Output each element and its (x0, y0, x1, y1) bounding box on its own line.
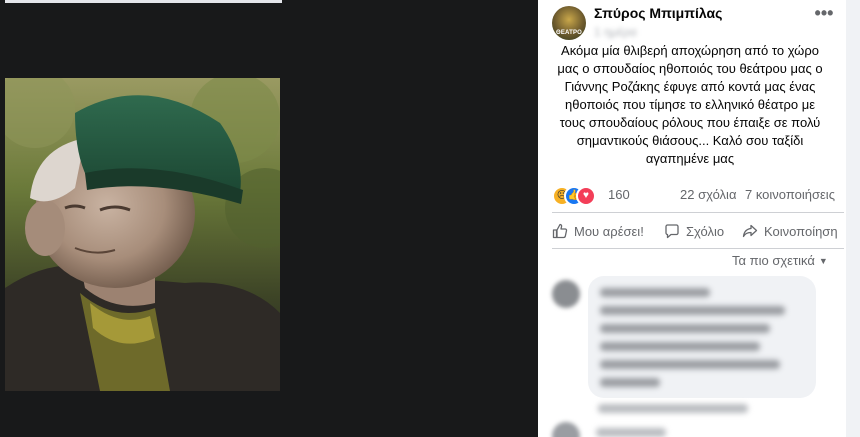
reaction-icons[interactable]: ☹ 👍 ♥ (552, 186, 602, 206)
comment-label: Σχόλιο (686, 223, 725, 239)
blurred-text (600, 378, 660, 387)
photo-viewer (0, 0, 538, 437)
blurred-text (600, 288, 710, 297)
post-panel: ΘΕΑΤΡΟ Σπύρος Μπιμπίλας 1 ημέρα ••• Ακόμ… (538, 0, 860, 437)
commenter-avatar[interactable] (552, 280, 580, 308)
comment-bubble (588, 276, 816, 398)
like-button[interactable]: Μου αρέσει! (552, 218, 644, 244)
blurred-text (600, 342, 760, 351)
caret-down-icon: ▼ (818, 255, 828, 266)
divider (552, 212, 844, 213)
share-arrow-icon (742, 224, 758, 238)
blurred-text (600, 306, 785, 315)
blurred-text (600, 324, 770, 333)
blurred-text (600, 360, 780, 369)
post-text: Ακόμα μία θλιβερή αποχώρηση από το χώρο … (557, 43, 823, 166)
shares-count[interactable]: 7 κοινοποιήσεις (745, 187, 835, 202)
post-photo[interactable] (5, 78, 280, 391)
more-options-icon[interactable]: ••• (814, 4, 834, 26)
sort-label: Τα πιο σχετικά (732, 253, 815, 268)
author-avatar[interactable]: ΘΕΑΤΡΟ (552, 6, 586, 40)
comment-actions-blurred (598, 404, 748, 413)
comment-bubble-icon (665, 224, 679, 239)
comments-count[interactable]: 22 σχόλια (680, 187, 736, 202)
share-label: Κοινοποίηση (764, 223, 838, 239)
portrait-image (5, 78, 280, 391)
love-reaction-icon: ♥ (576, 186, 596, 206)
post-timestamp[interactable]: 1 ημέρα (594, 25, 637, 39)
reactions-summary: ☹ 👍 ♥ 160 22 σχόλια 7 κοινοποιήσεις (552, 184, 842, 206)
divider (552, 248, 844, 249)
like-label: Μου αρέσει! (574, 223, 644, 239)
previous-photo-edge (5, 0, 282, 3)
share-button[interactable]: Κοινοποίηση (742, 218, 838, 244)
comment-button[interactable]: Σχόλιο (664, 218, 724, 244)
comment-item (552, 276, 842, 426)
avatar-text: ΘΕΑΤΡΟ (555, 30, 583, 36)
comment-sort-dropdown[interactable]: Τα πιο σχετικά ▼ (732, 253, 828, 268)
post-actions: Μου αρέσει! Σχόλιο Κοινοποίηση (552, 218, 848, 244)
author-name[interactable]: Σπύρος Μπιμπίλας (594, 5, 722, 21)
blurred-text (596, 428, 666, 437)
thumbs-up-icon (552, 223, 568, 239)
reactions-count[interactable]: 160 (608, 187, 630, 202)
scrollbar[interactable] (846, 0, 860, 437)
